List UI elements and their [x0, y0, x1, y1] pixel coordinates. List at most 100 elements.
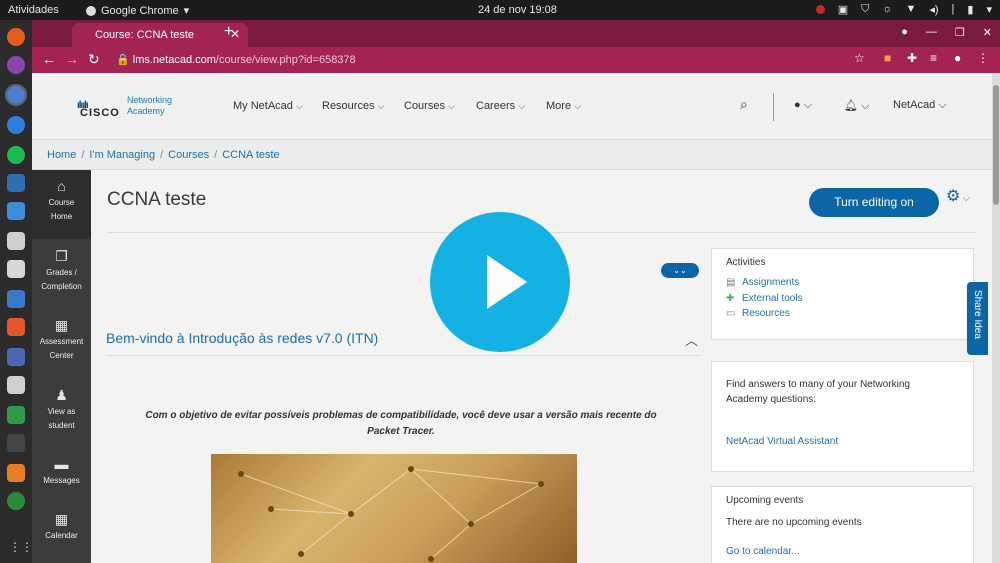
scrollbar-thumb[interactable] [993, 85, 999, 205]
file-icon: ▭ [726, 308, 736, 319]
window-icon[interactable] [7, 232, 25, 250]
puzzle-icon[interactable]: ✚ [907, 51, 917, 65]
assignment-icon: ▤ [726, 277, 736, 288]
profile-icon[interactable]: ● [954, 51, 961, 65]
battery-icon: ▮ [967, 4, 974, 16]
app-menu[interactable]: Google Chrome ▾ [86, 4, 189, 17]
clock[interactable]: 24 de nov 19:08 [478, 4, 557, 16]
kebab-menu-icon[interactable]: ⋮ [977, 51, 989, 65]
restore-icon[interactable]: ❐ [955, 26, 965, 39]
activity-external-tools[interactable]: ✚ External tools [726, 293, 803, 304]
user-name: NetAcad [893, 99, 936, 111]
browser-toolbar: ← → ↻ 🔒 lms.netacad.com/course/view.php?… [32, 47, 1000, 73]
reload-icon[interactable]: ↻ [88, 51, 100, 68]
left-nav-messages[interactable]: ▬ Messages [32, 457, 91, 488]
vlc-icon[interactable] [7, 464, 25, 482]
close-window-icon[interactable]: ✕ [983, 26, 992, 39]
browser-tab-strip: Course: CCNA teste ✕ + ● — ❐ ✕ [32, 20, 1000, 47]
spotify-icon[interactable] [7, 146, 25, 164]
new-tab-icon[interactable]: + [224, 23, 233, 41]
activity-link: Resources [742, 308, 790, 319]
terminal-icon[interactable] [7, 434, 25, 452]
calc-icon[interactable] [7, 406, 25, 424]
minimize-icon[interactable]: — [926, 26, 937, 39]
address-bar[interactable]: 🔒 lms.netacad.com/course/view.php?id=658… [110, 50, 910, 70]
page-scrollbar[interactable] [992, 73, 1000, 563]
breadcrumb-home[interactable]: Home [47, 149, 76, 161]
left-nav-course-home[interactable]: ⌂ Course Home [32, 170, 91, 239]
tab-course[interactable]: Course: CCNA teste ✕ [72, 23, 248, 47]
menu-careers[interactable]: Careers ⌵ [476, 100, 525, 112]
window-controls: ● — ❐ ✕ [901, 26, 992, 39]
menu-resources[interactable]: Resources ⌵ [322, 100, 384, 112]
page-title: CCNA teste [107, 189, 207, 210]
logo-subtitle: Networking Academy [127, 95, 173, 116]
image-viewer-icon[interactable] [7, 376, 25, 394]
reading-list-icon[interactable]: ≡ [930, 51, 937, 65]
section-divider [106, 355, 700, 356]
firefox-icon[interactable] [7, 28, 25, 46]
virtual-assistant-link[interactable]: NetAcad Virtual Assistant [726, 436, 838, 447]
software-icon[interactable] [7, 318, 25, 336]
activity-assignments[interactable]: ▤ Assignments [726, 277, 799, 288]
breadcrumb-separator: / [214, 149, 218, 161]
chrome-dock-icon[interactable] [5, 84, 27, 106]
tray-caret-icon: ▾ [986, 4, 992, 16]
breadcrumb-separator: / [81, 149, 85, 161]
activities-button[interactable]: Atividades [8, 4, 59, 16]
left-nav-label: Calendar [45, 531, 78, 540]
lock-icon: 🔒 [116, 54, 130, 66]
left-nav-grades[interactable]: ❐ Grades / Completion [32, 249, 91, 294]
system-tray[interactable]: ▣ ⛉ ☼ ▼ ◂) | ▮ ▾ [815, 3, 992, 16]
turn-editing-on-button[interactable]: Turn editing on [809, 188, 939, 217]
search-icon[interactable]: ⌕ [740, 96, 748, 113]
left-nav-label: Course Home [48, 198, 75, 221]
help-icon[interactable]: ● ⌵ [794, 99, 812, 112]
left-nav-view-as-student[interactable]: ♟ View as student [32, 388, 91, 433]
bookmark-star-icon[interactable]: ☆ [854, 51, 865, 65]
back-icon[interactable]: ← [42, 51, 56, 67]
section-title[interactable]: Bem-vindo à Introdução às redes v7.0 (IT… [106, 330, 378, 346]
app-menu-label: Google Chrome [101, 4, 179, 17]
menu-my-netacad[interactable]: My NetAcad ⌵ [233, 100, 303, 112]
activity-resources[interactable]: ▭ Resources [726, 308, 790, 319]
menu-label: More [546, 100, 572, 112]
webex-icon[interactable] [7, 174, 25, 192]
chrome-profile-icon[interactable]: ● [901, 26, 908, 39]
events-heading: Upcoming events [726, 495, 804, 506]
play-icon [487, 255, 527, 309]
chevron-up-icon[interactable]: ︿ [685, 330, 698, 349]
impress-icon[interactable] [7, 348, 25, 366]
text-editor-icon[interactable] [7, 260, 25, 278]
gear-icon[interactable]: ⚙ ⌵ [946, 186, 970, 206]
left-nav-calendar[interactable]: ▦ Calendar [32, 512, 91, 543]
bell-icon[interactable]: 🔔︎ ⌵ [844, 99, 869, 113]
menu-more[interactable]: More ⌵ [546, 100, 581, 112]
left-nav-assessment[interactable]: ▦ Assessment Center [32, 318, 91, 363]
logo-wordmark: CISCO [80, 107, 120, 119]
double-chevron-down-icon: ⌄⌄ [673, 266, 687, 275]
go-to-calendar-link[interactable]: Go to calendar... [726, 546, 799, 557]
forward-icon[interactable]: → [65, 51, 79, 67]
signal-icon[interactable] [7, 116, 25, 134]
user-menu[interactable]: NetAcad ⌵ [893, 99, 947, 112]
writer-icon[interactable] [7, 290, 25, 308]
compatibility-note: Com o objetivo de evitar possíveis probl… [145, 410, 657, 437]
files-icon[interactable] [7, 202, 25, 220]
assessment-icon: ▦ [54, 317, 69, 333]
left-nav-label: Assessment Center [39, 337, 84, 360]
breadcrumb-courses[interactable]: Courses [168, 149, 209, 161]
menu-courses[interactable]: Courses ⌵ [404, 100, 455, 112]
breadcrumb-managing[interactable]: I'm Managing [89, 149, 155, 161]
chevron-down-icon: ⌵ [574, 101, 581, 111]
expand-all-button[interactable]: ⌄⌄ [661, 263, 699, 278]
breadcrumb-course[interactable]: CCNA teste [222, 149, 279, 161]
tor-icon[interactable] [7, 56, 25, 74]
extension-icon[interactable]: ■ [884, 51, 891, 65]
share-idea-tab[interactable]: Share Idea [967, 282, 988, 355]
netacad-logo[interactable]: ılıılı CISCO Networking Academy [77, 95, 172, 119]
video-play-button[interactable] [430, 212, 570, 352]
menu-label: Careers [476, 100, 516, 112]
update-icon[interactable] [7, 492, 25, 510]
user-icon: ♟ [55, 387, 68, 403]
